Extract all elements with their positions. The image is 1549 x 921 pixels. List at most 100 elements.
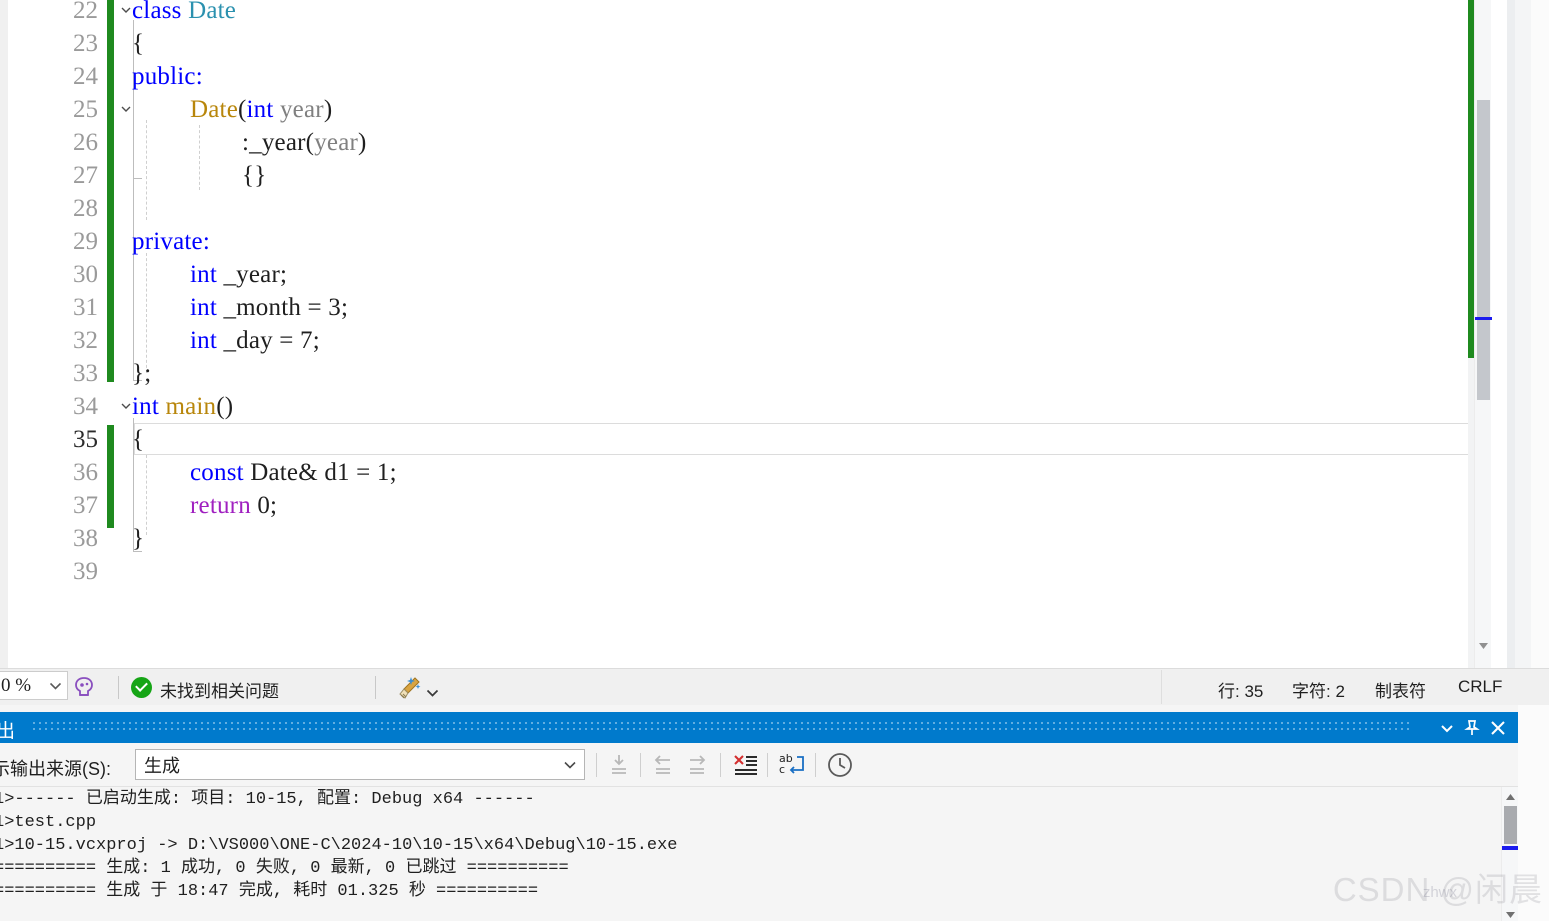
triangle-down-icon[interactable] — [1505, 907, 1516, 918]
line-number: 34 — [73, 393, 98, 420]
code-cleanup-broom-icon[interactable] — [396, 675, 424, 701]
toolbar-separator-5 — [815, 753, 816, 777]
output-vertical-scrollbar[interactable] — [1501, 787, 1519, 921]
output-panel-title: 出 — [0, 721, 16, 742]
code-token: year — [314, 129, 359, 156]
change-bar-saved-2 — [107, 425, 114, 528]
pin-icon[interactable] — [1460, 716, 1484, 740]
output-text-area[interactable]: 1>------ 已启动生成: 项目: 10-15, 配置: Debug x64… — [0, 787, 1488, 921]
line-number: 39 — [73, 558, 98, 585]
code-token: year — [279, 96, 324, 123]
code-line[interactable]: { — [132, 27, 144, 60]
line-number: 32 — [73, 327, 98, 354]
clear-all-icon[interactable] — [731, 751, 761, 779]
code-token: int — [246, 96, 274, 123]
navigate-forward-icon[interactable] — [682, 751, 712, 779]
structure-guide-init-list — [199, 125, 200, 190]
code-token: main — [165, 393, 217, 420]
line-number-gutter: 22 23 24 25 26 27 28 29 30 31 32 33 34 35 36 37 38 39 — [8, 0, 106, 668]
line-number: 37 — [73, 492, 98, 519]
output-panel-header[interactable]: 出 — [0, 712, 1518, 743]
chevron-down-icon[interactable] — [426, 684, 439, 702]
current-line-highlight — [134, 423, 1481, 455]
indentation-indicator[interactable]: 制表符 — [1375, 677, 1426, 702]
code-token: {} — [242, 162, 267, 189]
status-message: 未找到相关问题 — [160, 682, 279, 701]
code-token: int — [190, 294, 217, 321]
editor-outer-margin — [1515, 0, 1531, 668]
check-circle-icon — [131, 677, 152, 698]
line-ending-indicator[interactable]: CRLF — [1458, 677, 1502, 697]
code-line[interactable]: int _day = 7; — [190, 324, 320, 357]
output-scrollbar-thumb[interactable] — [1504, 806, 1517, 844]
code-token: public — [132, 63, 196, 90]
output-source-combobox[interactable]: 生成 — [135, 749, 585, 780]
code-line[interactable]: } — [132, 522, 144, 555]
line-number: 26 — [73, 129, 98, 156]
line-number: 22 — [73, 0, 98, 24]
line-number: 23 — [73, 30, 98, 57]
code-token: ) — [323, 96, 333, 123]
code-line[interactable]: int main() — [132, 390, 233, 423]
code-line[interactable]: int _month = 3; — [190, 291, 348, 324]
code-line[interactable]: private: — [132, 225, 210, 258]
output-source-value: 生成 — [144, 755, 180, 776]
collapse-chevron-class[interactable] — [119, 3, 133, 17]
editor-scroll-down-arrow[interactable] — [1477, 638, 1490, 652]
status-separator-1 — [118, 676, 119, 699]
code-token: private — [132, 228, 203, 255]
history-icon[interactable] — [825, 751, 855, 779]
caret-line-indicator[interactable]: 行: 35 — [1218, 677, 1263, 702]
code-token: () — [216, 393, 234, 420]
code-line[interactable]: const Date& d1 = 1; — [190, 456, 397, 489]
toolbar-separator-4 — [767, 753, 768, 777]
collapse-chevron-main[interactable] — [119, 399, 133, 413]
code-line[interactable]: }; — [132, 357, 151, 390]
code-token: { — [132, 30, 145, 57]
close-icon[interactable] — [1486, 716, 1510, 740]
editor-vertical-scrollbar[interactable] — [1474, 0, 1492, 668]
code-token: Date& d1 = 1; — [243, 459, 397, 486]
code-token: _year; — [217, 261, 288, 288]
code-line[interactable]: return 0; — [190, 489, 277, 522]
code-line[interactable]: class Date — [132, 0, 236, 27]
code-token: int — [132, 393, 159, 420]
code-token: :_year — [242, 129, 306, 156]
editor-right-padding — [1531, 0, 1549, 668]
caret-column-indicator[interactable]: 字符: 2 — [1292, 677, 1345, 702]
editor-margin-strip — [1507, 0, 1515, 668]
code-line[interactable]: Date(int year) — [190, 93, 332, 126]
code-token: : — [202, 228, 210, 255]
code-line[interactable]: public: — [132, 60, 203, 93]
intellicode-icon[interactable] — [71, 674, 97, 700]
code-token: }; — [132, 360, 152, 387]
panel-drag-grip[interactable] — [33, 722, 1413, 734]
line-number: 24 — [73, 63, 98, 90]
chevron-down-icon[interactable] — [1435, 716, 1459, 740]
navigate-back-icon[interactable] — [648, 751, 678, 779]
toolbar-separator-2 — [640, 753, 641, 777]
code-line[interactable]: {} — [242, 159, 266, 192]
line-number: 28 — [73, 195, 98, 222]
zoom-level-combobox[interactable]: 0 % — [0, 671, 68, 700]
structure-guide-ctor-body — [146, 120, 147, 220]
output-line: 1>10-15.vcxproj -> D:\VS000\ONE-C\2024-1… — [0, 836, 678, 855]
code-token: return — [190, 492, 251, 519]
code-line[interactable]: :_year(year) — [242, 126, 367, 159]
line-number: 31 — [73, 294, 98, 321]
code-line[interactable]: { — [132, 423, 144, 456]
structure-guide-elbow-ctor — [133, 170, 142, 179]
code-token: { — [132, 426, 145, 453]
go-to-message-icon[interactable] — [604, 751, 634, 779]
chevron-down-icon — [564, 761, 576, 769]
collapse-chevron-ctor[interactable] — [119, 102, 133, 116]
code-line[interactable]: int _year; — [190, 258, 287, 291]
code-editor[interactable]: 22 23 24 25 26 27 28 29 30 31 32 33 34 35 36 37 38 39 cla… — [0, 0, 1549, 668]
line-number: 38 — [73, 525, 98, 552]
output-line: ========== 生成 于 18:47 完成, 耗时 01.325 秒 ==… — [0, 882, 539, 901]
line-number: 35 — [73, 426, 98, 453]
chevron-down-icon — [50, 682, 61, 690]
editor-scrollbar-thumb[interactable] — [1477, 100, 1490, 400]
word-wrap-icon[interactable]: ab c — [777, 751, 807, 779]
triangle-up-icon[interactable] — [1505, 790, 1516, 801]
